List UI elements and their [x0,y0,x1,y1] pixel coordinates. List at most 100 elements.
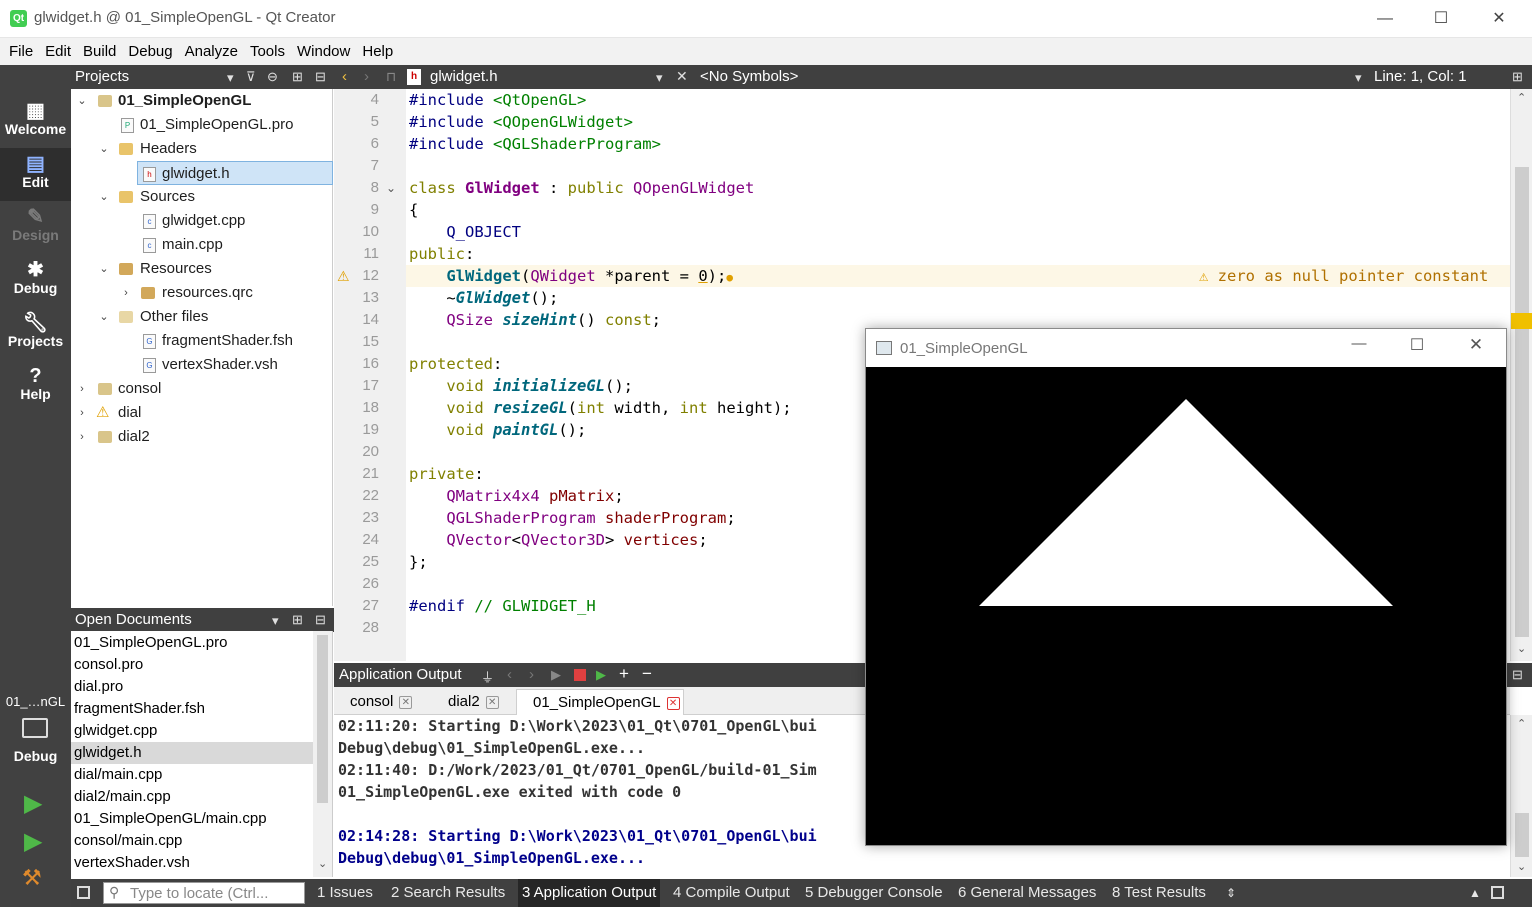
split-icon[interactable]: ⊞ [1512,69,1523,85]
mode-projects[interactable]: 🔧︎ Projects [0,307,71,360]
mode-design[interactable]: ✎ Design [0,201,71,254]
close-button[interactable]: ✕ [1470,4,1528,34]
tree-item-glwidget-h[interactable]: h glwidget.h [137,161,333,185]
chevron-down-icon[interactable]: ⌄ [97,257,111,281]
maximize-button[interactable]: ☐ [1412,4,1470,34]
cursor-position[interactable]: Line: 1, Col: 1 [1374,68,1467,85]
menu-analyze[interactable]: Analyze [179,38,244,65]
menu-edit[interactable]: Edit [39,38,77,65]
zoom-out-icon[interactable]: − [642,664,652,684]
chevron-down-icon[interactable]: ▾ [1355,70,1362,86]
close-button[interactable]: ✕ [1461,335,1491,355]
toggle-right-sidebar-icon[interactable] [1491,886,1504,899]
close-tab-icon[interactable]: ✕ [399,695,413,709]
open-documents-title[interactable]: Open Documents [75,611,192,628]
forward-arrow-icon[interactable]: › [364,68,369,85]
open-doc-item[interactable]: fragmentShader.fsh [71,698,313,720]
open-doc-item[interactable]: 01_SimpleOpenGL/main.cpp [71,808,313,830]
menu-help[interactable]: Help [356,38,399,65]
pane-general-messages[interactable]: 6 General Messages [958,879,1096,907]
output-tab-01-simpleopengl[interactable]: 01_SimpleOpenGL ✕ [516,689,684,715]
opengl-window-titlebar[interactable]: 01_SimpleOpenGL — ☐ ✕ [866,329,1506,367]
output-tab-consol[interactable]: consol ✕ [334,689,428,715]
locator-input[interactable]: ⚲ Type to locate (Ctrl... [103,882,305,904]
editor-scrollbar[interactable]: ⌃ ⌄ [1510,89,1532,661]
run-icon[interactable]: ▶ [24,789,42,818]
tree-item-sources[interactable]: ⌄ Sources [71,185,333,209]
chevron-up-icon[interactable]: ⌃ [1517,717,1526,730]
open-doc-item[interactable]: 01_SimpleOpenGL.pro [71,632,313,654]
kit-project-label[interactable]: 01_…nGL [0,694,71,709]
symbols-combo[interactable]: <No Symbols> [700,68,798,85]
opengl-app-window[interactable]: 01_SimpleOpenGL — ☐ ✕ [865,328,1507,846]
menu-window[interactable]: Window [291,38,356,65]
fold-chevron-icon[interactable]: ⌄ [386,177,396,199]
rerun-icon[interactable]: ▶ [551,667,561,683]
debug-run-icon[interactable]: ▶ [596,667,606,683]
tree-item-resources-qrc[interactable]: › resources.qrc [71,281,333,305]
inline-warning[interactable]: ⚠ zero as null pointer constant [1199,265,1488,287]
close-document-icon[interactable]: ✕ [676,68,688,85]
open-doc-item[interactable]: dial.pro [71,676,313,698]
tree-item-glwidget-cpp[interactable]: c glwidget.cpp [71,209,333,233]
mode-welcome[interactable]: ▦ Welcome [0,95,71,148]
tree-item-headers[interactable]: ⌄ Headers [71,137,333,161]
debug-run-icon[interactable]: ▶ [24,827,42,856]
tree-item-dial2[interactable]: › dial2 [71,425,333,449]
projects-title[interactable]: Projects [75,68,129,85]
close-tab-icon[interactable]: ✕ [666,696,680,710]
back-arrow-icon[interactable]: ‹ [342,68,347,85]
menu-debug[interactable]: Debug [122,38,178,65]
build-hammer-icon[interactable]: ⚒ [22,865,42,891]
next-icon[interactable]: › [529,666,534,683]
scrollbar-thumb[interactable] [1515,813,1529,857]
toggle-sidebar-icon[interactable] [77,886,90,899]
menu-build[interactable]: Build [77,38,122,65]
tree-item-fragment-shader[interactable]: G fragmentShader.fsh [71,329,333,353]
chevron-right-icon[interactable]: › [119,281,133,305]
scrollbar-thumb[interactable] [317,635,328,803]
chevron-down-icon[interactable]: ⌄ [1517,860,1526,873]
tree-item-resources[interactable]: ⌄ Resources [71,257,333,281]
pane-compile-output[interactable]: 4 Compile Output [673,879,790,907]
chevron-right-icon[interactable]: › [75,377,89,401]
tree-item-consol[interactable]: › consol [71,377,333,401]
maximize-button[interactable]: ☐ [1402,335,1432,355]
minimize-button[interactable]: — [1356,4,1414,34]
pane-issues[interactable]: 1 Issues [317,879,373,907]
chevron-up-icon[interactable]: ▲ [1469,879,1481,907]
tree-item-vertex-shader[interactable]: G vertexShader.vsh [71,353,333,377]
stop-icon[interactable] [574,669,586,681]
chevron-down-icon[interactable]: ▾ [656,70,663,86]
chevron-down-icon[interactable]: ⌄ [97,305,111,329]
scrollbar-thumb[interactable] [1515,167,1529,637]
split-icon[interactable]: ⊞ [292,69,303,85]
chevron-down-icon[interactable]: ▾ [272,613,279,629]
filter-icon[interactable]: ⊽ [246,69,256,85]
zoom-in-icon[interactable]: + [619,664,629,684]
mode-edit[interactable]: ▤ Edit [0,148,71,201]
warning-icon[interactable]: ⚠ [337,265,350,287]
previous-icon[interactable]: ‹ [507,666,512,683]
chevron-down-icon[interactable]: ⌄ [75,89,89,113]
split-icon[interactable]: ⊞ [292,612,303,628]
chevron-down-icon[interactable]: ⌄ [318,857,327,870]
open-doc-item[interactable]: consol.pro [71,654,313,676]
tree-item-other-files[interactable]: ⌄ Other files [71,305,333,329]
chevron-up-icon[interactable]: ⌃ [1517,91,1526,104]
maximize-pane-icon[interactable]: ⊟ [1512,667,1523,683]
menu-file[interactable]: File [3,38,39,65]
open-docs-scrollbar[interactable]: ⌄ [313,631,332,877]
monitor-icon[interactable] [22,718,48,738]
output-scrollbar[interactable]: ⌃ ⌄ [1510,715,1532,877]
output-tab-dial2[interactable]: dial2 ✕ [432,689,516,715]
close-pane-icon[interactable]: ⊟ [315,612,326,628]
chevron-right-icon[interactable]: › [75,425,89,449]
pane-test-results[interactable]: 8 Test Results [1112,879,1206,907]
chevron-down-icon[interactable]: ⌄ [1517,642,1526,655]
kit-mode-label[interactable]: Debug [0,748,71,764]
mode-help[interactable]: ? Help [0,360,71,413]
tree-item-project[interactable]: ⌄ 01_SimpleOpenGL [71,89,333,113]
chevron-right-icon[interactable]: › [75,401,89,425]
more-panes-icon[interactable]: ⇕ [1226,879,1236,907]
